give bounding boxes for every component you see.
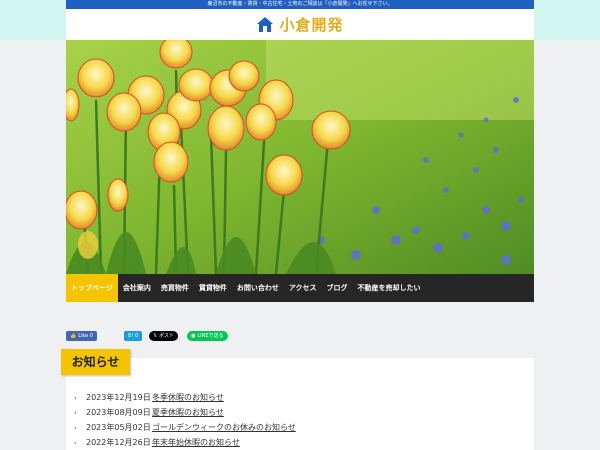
news-date: 2023年12月19日 bbox=[86, 393, 151, 402]
news-list: › 2023年12月19日 冬季休暇のお知らせ › 2023年08月09日 夏季… bbox=[74, 390, 296, 450]
nav-item-rental-properties[interactable]: 賃貸物件 bbox=[194, 274, 232, 302]
nav-item-company[interactable]: 会社案内 bbox=[118, 274, 156, 302]
hero-image bbox=[66, 40, 534, 274]
news-date: 2023年05月02日 bbox=[86, 423, 151, 432]
social-share-bar: 👍 Like 0 B! 0 𝕏 ポスト ● LINEで送る bbox=[66, 331, 534, 341]
news-link[interactable]: ゴールデンウィークのお休みのお知らせ bbox=[152, 422, 296, 433]
line-share-button[interactable]: ● LINEで送る bbox=[187, 331, 228, 341]
news-link[interactable]: 冬季休暇のお知らせ bbox=[152, 392, 224, 403]
list-item: › 2023年05月02日 ゴールデンウィークのお休みのお知らせ bbox=[74, 420, 296, 435]
header-tagline: 鹿沼市の不動産・賃貸・中古住宅・土地のご相談は「小倉開発」へお任せ下さい。 bbox=[66, 0, 534, 9]
news-date: 2022年12月26日 bbox=[86, 438, 151, 447]
tulips-photo bbox=[66, 40, 534, 274]
bullet-icon: › bbox=[74, 408, 77, 417]
news-date: 2023年08月09日 bbox=[86, 408, 151, 417]
line-logo-icon: ● bbox=[191, 333, 196, 339]
nav-item-sell[interactable]: 不動産を売却したい bbox=[353, 274, 426, 302]
nav-item-sale-properties[interactable]: 売買物件 bbox=[156, 274, 194, 302]
logo-text: 小倉開発 bbox=[279, 16, 344, 34]
bullet-icon: › bbox=[74, 393, 77, 402]
list-item: › 2022年12月26日 年末年始休暇のお知らせ bbox=[74, 435, 296, 450]
news-link[interactable]: 夏季休暇のお知らせ bbox=[152, 407, 224, 418]
news-link[interactable]: 年末年始休暇のお知らせ bbox=[152, 437, 240, 448]
list-item: › 2023年08月09日 夏季休暇のお知らせ bbox=[74, 405, 296, 420]
thumbs-up-icon: 👍 bbox=[70, 333, 77, 339]
x-post-button[interactable]: 𝕏 ポスト bbox=[149, 331, 179, 341]
main-nav: トップページ 会社案内 売買物件 賃貸物件 お問い合わせ アクセス ブログ 不動… bbox=[66, 274, 534, 302]
nav-item-top[interactable]: トップページ bbox=[66, 274, 118, 302]
hatena-bookmark-button[interactable]: B! 0 bbox=[124, 331, 143, 341]
nav-item-access[interactable]: アクセス bbox=[284, 274, 322, 302]
list-item: › 2023年12月19日 冬季休暇のお知らせ bbox=[74, 390, 296, 405]
nav-item-blog[interactable]: ブログ bbox=[322, 274, 353, 302]
site-logo[interactable]: 小倉開発 bbox=[66, 9, 534, 40]
news-section: お知らせ › 2023年12月19日 冬季休暇のお知らせ › 2023年08月0… bbox=[61, 349, 534, 450]
house-icon bbox=[256, 16, 274, 34]
news-heading: お知らせ bbox=[61, 349, 130, 375]
x-logo-icon: 𝕏 bbox=[153, 333, 158, 339]
bullet-icon: › bbox=[74, 423, 77, 432]
facebook-like-button[interactable]: 👍 Like 0 bbox=[66, 331, 97, 341]
bullet-icon: › bbox=[74, 438, 77, 447]
nav-item-contact[interactable]: お問い合わせ bbox=[232, 274, 284, 302]
site-container: 鹿沼市の不動産・賃貸・中古住宅・土地のご相談は「小倉開発」へお任せ下さい。 小倉… bbox=[66, 0, 534, 302]
